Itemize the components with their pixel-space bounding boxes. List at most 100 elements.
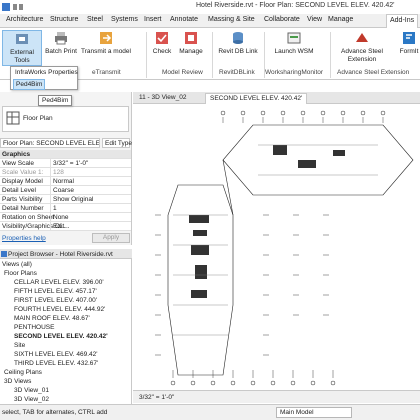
group-worksharing-monitor: WorksharingMonitor (265, 69, 324, 76)
property-key: Scale Value 1: (2, 169, 44, 176)
property-row[interactable]: Display Model Normal (0, 177, 131, 186)
view-tabs: 11 - 3D View_02 SECOND LEVEL ELEV. 420.4… (133, 92, 420, 104)
tree-node-view[interactable]: FIFTH LEVEL ELEV. 457.17' (14, 288, 97, 295)
tab-collaborate[interactable]: Collaborate (264, 16, 300, 23)
properties-palette: Floor Plan Floor Plan: SECOND LEVEL ELEV… (0, 92, 132, 245)
tree-node-view[interactable]: CELLAR LEVEL ELEV. 396.00' (14, 279, 104, 286)
tab-manage[interactable]: Manage (328, 16, 353, 23)
type-name: Floor Plan (23, 115, 53, 122)
tree-node-views-all[interactable]: Views (all) (2, 261, 32, 268)
property-row[interactable]: Rotation on Sheet None (0, 213, 131, 222)
tree-node-floor-plans[interactable]: Floor Plans (4, 270, 37, 277)
property-row[interactable]: Detail Number 1 (0, 204, 131, 213)
property-value[interactable]: Show Original (50, 195, 130, 203)
tree-node-view[interactable]: FIRST LEVEL ELEV. 407.00' (14, 297, 97, 304)
tree-node-view-selected[interactable]: SECOND LEVEL ELEV. 420.42' (14, 333, 108, 340)
properties-help-link[interactable]: Properties help (2, 235, 46, 242)
tab-architecture[interactable]: Architecture (6, 16, 43, 23)
property-value[interactable]: Edit... (50, 222, 130, 230)
property-value[interactable]: 3/32" = 1'-0" (50, 159, 130, 167)
tree-node-view[interactable]: Site (14, 342, 25, 349)
property-key: Rotation on Sheet (2, 214, 55, 221)
manage-icon (185, 32, 197, 44)
transmit-model-button[interactable]: Transmit a model (80, 30, 132, 56)
batch-print-button[interactable]: Batch Print (44, 30, 78, 56)
tree-node-view[interactable]: MAIN ROOF ELEV. 48.67' (14, 315, 90, 322)
advance-steel-extension-button[interactable]: Advance Steel Extension (334, 30, 390, 64)
apply-button[interactable]: Apply (92, 233, 130, 243)
tab-3d-view[interactable]: 11 - 3D View_02 (135, 93, 190, 104)
instance-selector[interactable]: Floor Plan: SECOND LEVEL ELEV. 42 (0, 138, 100, 148)
property-value[interactable]: Coarse (50, 186, 130, 194)
printer-icon (55, 32, 67, 45)
revit-db-link-button[interactable]: Revit DB Link (216, 30, 260, 56)
menu-item-infraworks-properties[interactable]: InfraWorks Properties (13, 68, 80, 77)
tab-systems[interactable]: Systems (111, 16, 138, 23)
transmit-icon (100, 32, 112, 44)
project-browser-header: Project Browser - Hotel Riverside.rvt (0, 249, 132, 259)
manage-button[interactable]: Manage (176, 30, 206, 56)
tree-node-ceiling-plans[interactable]: Ceiling Plans (4, 369, 42, 376)
tree-node-3d-views[interactable]: 3D Views (4, 378, 31, 385)
property-key: View Scale (2, 160, 35, 167)
tab-view[interactable]: View (307, 16, 322, 23)
tab-second-level-plan[interactable]: SECOND LEVEL ELEV. 420.42' (205, 93, 308, 104)
property-row[interactable]: Visibility/Graphics O... Edit... (0, 222, 131, 231)
tab-annotate[interactable]: Annotate (170, 16, 198, 23)
status-text: select, TAB for alternates, CTRL add (2, 409, 108, 416)
window-title: Hotel Riverside.rvt - Floor Plan: SECOND… (196, 2, 395, 9)
edit-type-button[interactable]: Edit Type (102, 138, 132, 148)
property-row[interactable]: View Scale 3/32" = 1'-0" (0, 159, 131, 168)
tree-node-view[interactable]: SIXTH LEVEL ELEV. 469.42' (14, 351, 98, 358)
drawing-canvas[interactable] (133, 105, 420, 390)
tree-node-view[interactable]: 3D View_01 (14, 387, 49, 394)
tab-massing-site[interactable]: Massing & Site (208, 16, 255, 23)
project-browser: Project Browser - Hotel Riverside.rvt Vi… (0, 249, 132, 405)
external-tools-button[interactable]: External Tools (2, 30, 42, 66)
floor-plan-icon (6, 111, 20, 125)
property-key: Detail Level (2, 187, 36, 194)
tree-node-view[interactable]: PENTHOUSE (14, 324, 54, 331)
check-icon (156, 32, 168, 44)
property-value[interactable]: 1 (50, 204, 130, 212)
property-row[interactable]: Detail Level Coarse (0, 186, 131, 195)
group-revitdblink: RevitDBLink (219, 69, 255, 76)
view-scale[interactable]: 3/32" = 1'-0" (139, 394, 174, 401)
ribbon-separator (146, 32, 147, 78)
tree-node-view[interactable]: FOURTH LEVEL ELEV. 444.92' (14, 306, 105, 313)
tab-structure[interactable]: Structure (50, 16, 78, 23)
group-advance-steel-extension: Advance Steel Extension (337, 69, 410, 76)
tree-node-view[interactable]: 3D View_02 (14, 396, 49, 403)
group-model-review: Model Review (162, 69, 203, 76)
tab-steel[interactable]: Steel (87, 16, 103, 23)
tree-node-view[interactable]: THIRD LEVEL ELEV. 432.67' (14, 360, 98, 367)
property-value[interactable]: None (50, 213, 130, 221)
ribbon-tabs: Architecture Structure Steel Systems Ins… (0, 14, 420, 29)
property-row[interactable]: Scale Value 1: 128 (0, 168, 131, 177)
model-selector[interactable]: Main Model (276, 407, 352, 418)
formit-icon (403, 32, 415, 44)
launch-wsm-button[interactable]: Launch WSM (268, 30, 320, 56)
transmit-model-label: Transmit a model (81, 48, 131, 55)
property-key: Parts Visibility (2, 196, 43, 203)
formit-button[interactable]: FormIt (396, 30, 420, 56)
floor-plan-drawing[interactable] (133, 105, 420, 390)
tab-add-ins[interactable]: Add-Ins (386, 14, 419, 29)
check-button[interactable]: Check (150, 30, 174, 56)
view-control-bar: 3/32" = 1'-0" (133, 390, 420, 403)
property-row[interactable]: Parts Visibility Show Original (0, 195, 131, 204)
type-selector[interactable]: Floor Plan (2, 106, 129, 132)
property-value: 128 (50, 168, 130, 176)
advance-steel-extension-label: Advance Steel Extension (341, 48, 383, 63)
steel-extension-icon (356, 33, 368, 42)
external-tools-label: External Tools (10, 49, 34, 64)
project-browser-icon (1, 251, 7, 257)
revit-quick-access-icon[interactable] (2, 3, 24, 11)
property-value[interactable]: Normal (50, 177, 130, 185)
manage-label: Manage (179, 48, 203, 55)
formit-label: FormIt (399, 48, 419, 55)
check-label: Check (152, 48, 172, 55)
status-bar: select, TAB for alternates, CTRL add Mai… (0, 404, 420, 420)
menu-item-ped4bim[interactable]: Ped4Bim (13, 79, 46, 90)
tab-insert[interactable]: Insert (144, 16, 162, 23)
